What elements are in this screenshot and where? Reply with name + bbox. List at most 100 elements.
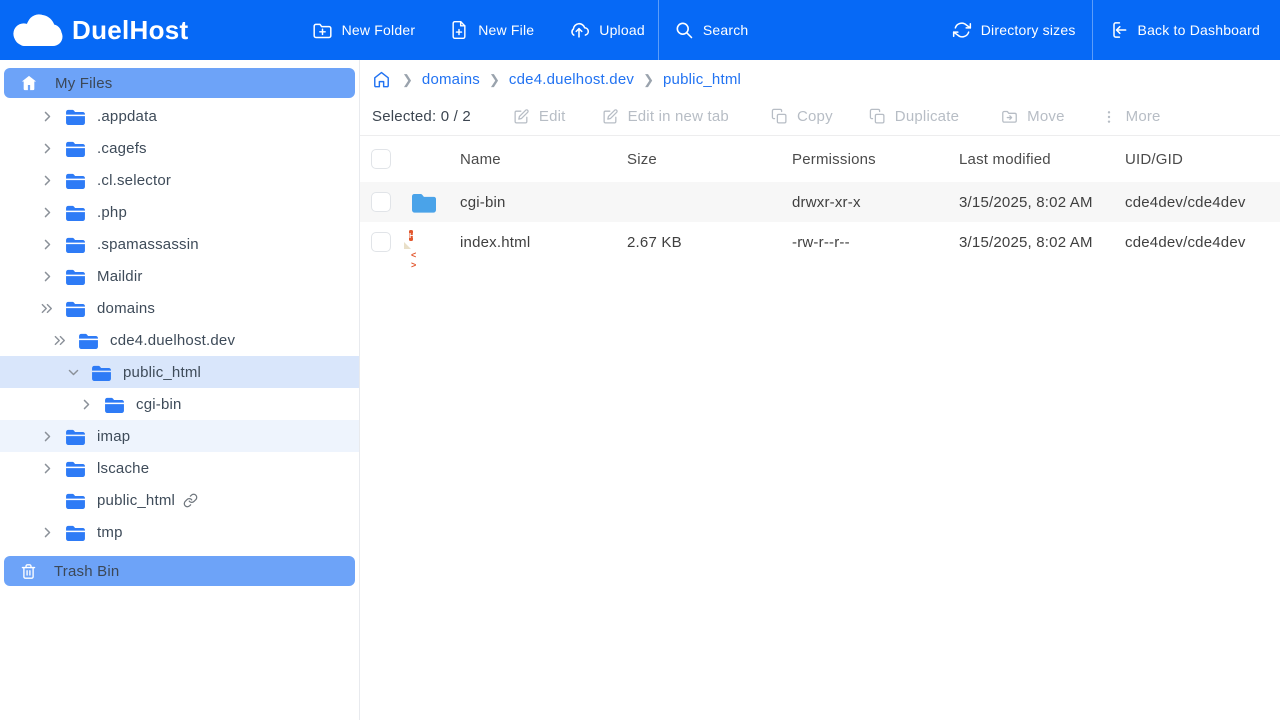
- chevron-right-icon[interactable]: [39, 236, 55, 252]
- tree-item-cagefs[interactable]: .cagefs: [0, 132, 359, 164]
- tree-item-cde4-duelhost-dev[interactable]: cde4.duelhost.dev: [0, 324, 359, 356]
- move-label: Move: [1027, 108, 1064, 125]
- tree-item-domains[interactable]: domains: [0, 292, 359, 324]
- header-divider-2: [1092, 0, 1093, 60]
- table-row-index-html[interactable]: < > HTML index.html 2.67 KB -rw-r--r-- 3…: [360, 222, 1280, 262]
- copy-icon: [771, 108, 788, 125]
- tree-item-spamassassin[interactable]: .spamassassin: [0, 228, 359, 260]
- tree-item-tmp[interactable]: tmp: [0, 516, 359, 548]
- chevron-down-icon[interactable]: [65, 364, 81, 380]
- column-header-permissions[interactable]: Permissions: [792, 151, 959, 168]
- trash-icon: [20, 563, 37, 580]
- tree-item-cl-selector[interactable]: .cl.selector: [0, 164, 359, 196]
- duplicate-label: Duplicate: [895, 108, 959, 125]
- file-name[interactable]: cgi-bin: [460, 194, 627, 211]
- search-button[interactable]: Search: [674, 20, 749, 40]
- table-header-row: Name Size Permissions Last modified UID/…: [360, 136, 1280, 182]
- edit-label: Edit: [539, 108, 566, 125]
- tree-item-public-html-symlink[interactable]: public_html: [0, 484, 359, 516]
- breadcrumb-home-icon[interactable]: [372, 70, 391, 89]
- column-header-name[interactable]: Name: [460, 151, 627, 168]
- breadcrumb-link-domain-name[interactable]: cde4.duelhost.dev: [509, 71, 634, 88]
- upload-button[interactable]: Upload: [568, 19, 645, 41]
- tree-item-cgi-bin[interactable]: cgi-bin: [0, 388, 359, 420]
- move-button[interactable]: Move: [1001, 108, 1064, 125]
- move-folder-icon: [1001, 108, 1018, 125]
- folder-icon: [65, 172, 86, 189]
- tree-item-label: .php: [97, 204, 127, 221]
- chevron-right-icon[interactable]: [39, 172, 55, 188]
- breadcrumb-separator: ❯: [402, 72, 413, 88]
- tree-item-label: .cl.selector: [97, 172, 171, 189]
- duplicate-button[interactable]: Duplicate: [869, 108, 959, 125]
- trash-bin-label: Trash Bin: [54, 563, 119, 580]
- copy-label: Copy: [797, 108, 833, 125]
- exit-arrow-icon: [1109, 20, 1129, 40]
- new-folder-label: New Folder: [342, 22, 416, 38]
- folder-icon: [65, 236, 86, 253]
- folder-icon: [65, 204, 86, 221]
- file-list-empty-area: [360, 262, 1280, 720]
- top-header: DuelHost New Folder: [0, 0, 1280, 60]
- directory-sizes-label: Directory sizes: [981, 22, 1076, 38]
- chevron-right-icon[interactable]: [39, 428, 55, 444]
- cloud-logo-icon: [10, 13, 64, 47]
- search-label: Search: [703, 22, 749, 38]
- chevron-right-icon[interactable]: [39, 268, 55, 284]
- column-header-size[interactable]: Size: [627, 151, 792, 168]
- chevron-right-icon[interactable]: [39, 204, 55, 220]
- chevron-right-icon[interactable]: [39, 524, 55, 540]
- chevrons-double-right-icon[interactable]: [52, 332, 68, 348]
- sidebar-item-trash-bin[interactable]: Trash Bin: [4, 556, 355, 586]
- edit-in-new-tab-button[interactable]: Edit in new tab: [602, 108, 729, 125]
- header-divider: [658, 0, 659, 60]
- chevron-right-icon[interactable]: [78, 396, 94, 412]
- folder-icon: [65, 140, 86, 157]
- upload-label: Upload: [599, 22, 645, 38]
- row-checkbox[interactable]: [371, 232, 391, 252]
- tree-item-lscache[interactable]: lscache: [0, 452, 359, 484]
- chevron-right-icon[interactable]: [39, 460, 55, 476]
- tree-item-php[interactable]: .php: [0, 196, 359, 228]
- breadcrumb-link-public-html[interactable]: public_html: [663, 71, 741, 88]
- search-icon: [674, 20, 694, 40]
- tree-item-label: .cagefs: [97, 140, 147, 157]
- tree-item-maildir[interactable]: Maildir: [0, 260, 359, 292]
- column-header-uid[interactable]: UID/GID: [1125, 151, 1280, 168]
- chevrons-double-right-icon[interactable]: [39, 300, 55, 316]
- chevron-right-icon[interactable]: [39, 140, 55, 156]
- breadcrumb-link-domains[interactable]: domains: [422, 71, 480, 88]
- tree-item-appdata[interactable]: .appdata: [0, 100, 359, 132]
- new-folder-button[interactable]: New Folder: [312, 20, 416, 41]
- breadcrumb: ❯ domains ❯ cde4.duelhost.dev ❯ public_h…: [360, 60, 1280, 98]
- folder-icon: [65, 300, 86, 317]
- more-button[interactable]: More: [1101, 108, 1161, 125]
- edit-button[interactable]: Edit: [513, 108, 566, 125]
- brand-logo[interactable]: DuelHost: [10, 13, 189, 47]
- sidebar-item-my-files[interactable]: My Files: [4, 68, 355, 98]
- more-dots-icon: [1101, 109, 1117, 125]
- tree-item-label: .spamassassin: [97, 236, 199, 253]
- directory-sizes-button[interactable]: Directory sizes: [952, 20, 1076, 40]
- new-file-button[interactable]: New File: [449, 20, 534, 40]
- folder-icon: [65, 428, 86, 445]
- tree-item-public-html-selected[interactable]: public_html: [0, 356, 359, 388]
- my-files-label: My Files: [55, 75, 112, 92]
- header-actions: New Folder New File: [189, 0, 1280, 60]
- file-tree: .appdata .cagefs: [0, 100, 359, 548]
- file-name[interactable]: index.html: [460, 234, 627, 251]
- edit-in-new-tab-label: Edit in new tab: [628, 108, 729, 125]
- folder-icon: [65, 460, 86, 477]
- chevron-right-icon[interactable]: [39, 108, 55, 124]
- back-to-dashboard-button[interactable]: Back to Dashboard: [1109, 20, 1260, 40]
- tree-item-label: Maildir: [97, 268, 143, 285]
- column-header-modified[interactable]: Last modified: [959, 151, 1125, 168]
- table-row-cgi-bin[interactable]: cgi-bin drwxr-xr-x 3/15/2025, 8:02 AM cd…: [360, 182, 1280, 222]
- select-all-checkbox[interactable]: [371, 149, 391, 169]
- tree-item-label: domains: [97, 300, 155, 317]
- copy-button[interactable]: Copy: [771, 108, 833, 125]
- row-checkbox[interactable]: [371, 192, 391, 212]
- selected-count: Selected: 0 / 2: [372, 108, 471, 125]
- app-root: DuelHost New Folder: [0, 0, 1280, 720]
- tree-item-imap[interactable]: imap: [0, 420, 359, 452]
